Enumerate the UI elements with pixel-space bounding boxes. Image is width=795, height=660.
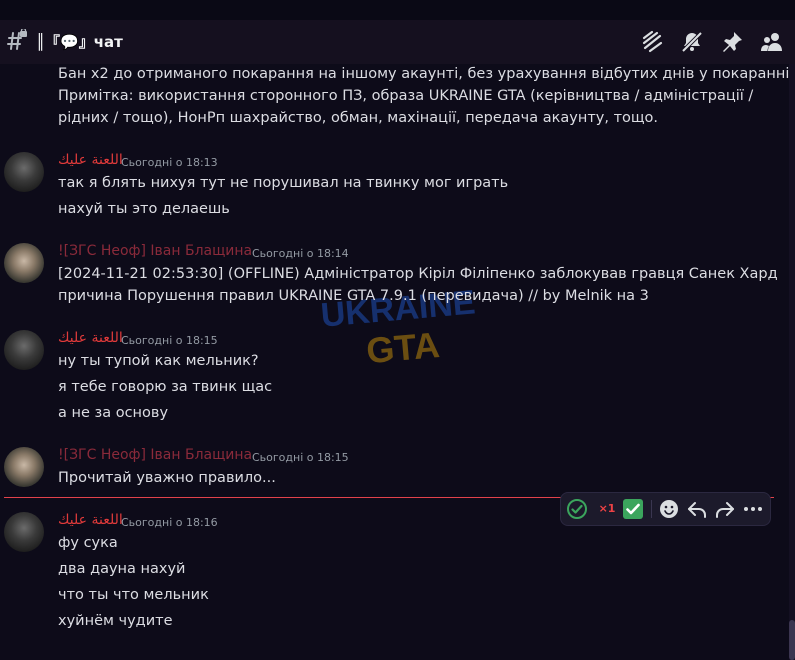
add-reaction-icon[interactable] <box>657 497 681 521</box>
message-text: что ты что мельник <box>58 587 209 603</box>
forward-icon[interactable] <box>713 497 737 521</box>
x1-icon[interactable]: ×1 <box>595 497 619 521</box>
message-timestamp: Сьогодні о 18:15 <box>121 334 218 347</box>
message-text: два дауна нахуй <box>58 561 186 577</box>
pin-icon[interactable] <box>720 30 744 54</box>
text-channel-lock-icon <box>7 29 27 50</box>
notifications-muted-icon[interactable] <box>680 30 704 54</box>
message-text: я тебе говорю за твинк щас <box>58 379 273 395</box>
check-circle-icon[interactable] <box>565 497 589 521</box>
channel-header: ║『💬』чат <box>0 20 795 64</box>
message-text: хуйнём чудите <box>58 613 173 629</box>
author-name[interactable]: ![ЗГС Неоф] Іван Блащина <box>58 243 252 259</box>
message-text: нахуй ты это делаешь <box>58 201 230 217</box>
message-text: рідних / тощо), НонРп шахрайство, обман,… <box>58 110 659 126</box>
message-text: Прочитай уважно правило... <box>58 470 276 486</box>
scrollbar-track[interactable] <box>789 64 795 660</box>
author-name[interactable]: ![ЗГС Неоф] Іван Блащина <box>58 447 252 463</box>
message-text: ну ты тупой как мельник? <box>58 353 259 369</box>
author-name[interactable]: اللعنة عليك <box>58 512 123 528</box>
message-text: фу сука <box>58 535 118 551</box>
window-top-strip <box>0 0 795 20</box>
channel-name: ║『💬』чат <box>36 33 123 51</box>
message-timestamp: Сьогодні о 18:16 <box>121 516 218 529</box>
members-icon[interactable] <box>760 30 784 54</box>
message-timestamp: Сьогодні о 18:15 <box>252 451 349 464</box>
avatar[interactable] <box>4 330 44 370</box>
scrollbar-thumb[interactable] <box>789 620 795 660</box>
message-actions-toolbar: ×1 <box>560 492 771 526</box>
message-timestamp: Сьогодні о 18:14 <box>252 247 349 260</box>
author-name[interactable]: اللعنة عليك <box>58 330 123 346</box>
message-text: Бан x2 до отриманого покарання на іншому… <box>58 66 790 82</box>
message-timestamp: Сьогодні о 18:13 <box>121 156 218 169</box>
message-text: [2024-11-21 02:53:30] (OFFLINE) Адмініст… <box>58 266 778 282</box>
avatar[interactable] <box>4 152 44 192</box>
avatar[interactable] <box>4 243 44 283</box>
message-text: причина Порушення правил UKRAINE GTA 7.9… <box>58 288 649 304</box>
threads-icon[interactable] <box>640 30 664 54</box>
more-icon[interactable] <box>741 497 765 521</box>
avatar[interactable] <box>4 447 44 487</box>
message-text: Примітка: використання сторонного ПЗ, об… <box>58 88 754 104</box>
checkmark-box-icon[interactable] <box>621 497 645 521</box>
svg-text:GTA: GTA <box>365 324 442 371</box>
author-name[interactable]: اللعنة عليك <box>58 152 123 168</box>
avatar[interactable] <box>4 512 44 552</box>
message-text: а не за основу <box>58 405 169 421</box>
message-text: так я блять нихуя тут не порушивал на тв… <box>58 175 509 191</box>
reply-icon[interactable] <box>685 497 709 521</box>
toolbar-divider <box>651 500 652 518</box>
